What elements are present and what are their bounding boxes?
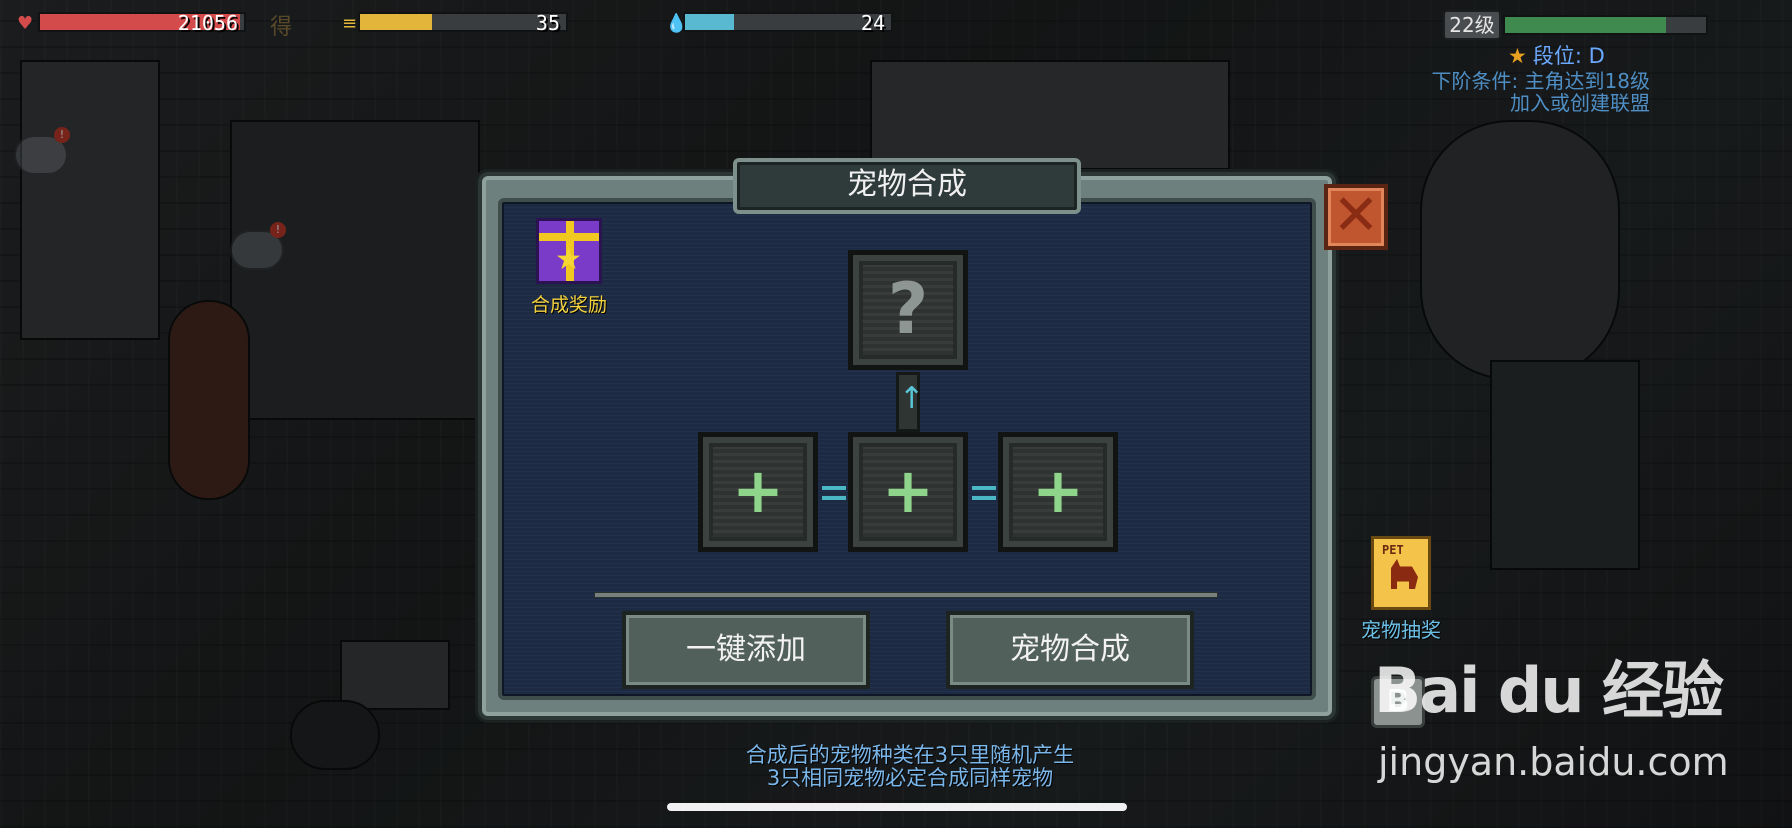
rules-line-2: 3只相同宠物必定合成同样宠物 [766,766,1054,790]
rules-line-1: 合成后的宠物种类在3只里随机产生 [745,743,1075,767]
star-icon: ★ [1508,44,1527,68]
next-rank-condition-2: 加入或创建联盟 [1510,91,1650,115]
food-value: 35 [535,11,560,35]
question-mark-icon: ? [887,268,929,350]
synthesis-reward-button[interactable]: ★ 合成奖励 [524,218,614,317]
rank-text: 段位: D [1532,44,1605,68]
next-rank-condition-1: 下阶条件: 主角达到18级 [1431,69,1650,93]
close-button[interactable]: ✕ [1324,184,1388,250]
hud-faded-text: 得 [270,15,293,40]
pet-draw-button[interactable]: PET 宠物抽奖 [1346,536,1456,643]
equals-icon [972,486,996,500]
pet-scroll-icon: PET [1371,536,1431,610]
xp-bar-fill [1505,17,1666,33]
dog-icon [1391,559,1418,589]
home-indicator[interactable] [667,803,1127,811]
synthesis-rules-note: 合成后的宠物种类在3只里随机产生 3只相同宠物必定合成同样宠物 [660,744,1160,790]
result-slot: ? [848,250,968,370]
auto-add-button[interactable]: 一键添加 [622,611,870,689]
food-bar-fill [360,14,433,30]
health-value: 21056 [177,11,238,35]
dialog-divider [594,592,1218,598]
dialog-title: 宠物合成 [847,167,967,202]
health-bar: 21056 [38,11,246,35]
xp-bar [1503,15,1708,35]
water-bar-fill [685,14,735,30]
gift-box-icon: ★ [536,218,602,284]
heart-icon: ♥ [17,13,34,34]
food-bar: 35 [358,11,568,35]
dialog-title-plate: 宠物合成 [733,158,1081,214]
pet-scroll-text: PET [1382,543,1404,557]
plus-icon: + [1032,454,1084,527]
plus-icon: + [882,454,934,527]
up-arrow-icon: ↑ [896,372,924,432]
pet-draw-label: 宠物抽奖 [1361,618,1441,642]
baidu-watermark: Bai du 经验 jingyan.baidu.com [1368,640,1788,800]
close-icon: ✕ [1332,183,1380,248]
synthesis-reward-label: 合成奖励 [530,294,607,316]
equals-icon [822,486,846,500]
pet-input-slot-3[interactable]: + [998,432,1118,552]
baidu-logo: Bai du 经验 [1374,654,1724,727]
pet-input-slot-2[interactable]: + [848,432,968,552]
game-screen: ! ! ♥ 21056 得 ≡ 35 💧 24 22级 ★ 段位: D 下阶条件:… [0,0,1792,828]
plus-icon: + [732,454,784,527]
watermark-url: jingyan.baidu.com [1378,740,1729,784]
rank-label[interactable]: ★ 段位: D [1508,40,1605,70]
water-bar: 24 [683,11,893,35]
player-level-badge[interactable]: 22级 [1443,10,1501,40]
burger-icon: ≡ [342,13,358,34]
pet-input-slot-1[interactable]: + [698,432,818,552]
star-icon: ★ [555,242,582,277]
synthesize-button[interactable]: 宠物合成 [946,611,1194,689]
water-value: 24 [860,11,885,35]
